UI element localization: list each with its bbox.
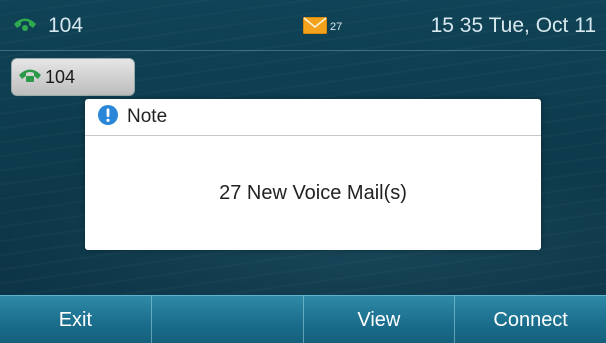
account-status: 104 [12,14,83,38]
connect-button[interactable]: Connect [455,296,606,343]
phone-handset-icon [17,66,43,89]
envelope-icon [303,17,327,39]
note-dialog: Note 27 New Voice Mail(s) [85,99,541,250]
voicemail-count: 27 [330,21,343,33]
exit-button[interactable]: Exit [0,296,152,343]
line-key-label: 104 [45,66,76,87]
dialog-title: Note [127,106,168,127]
view-button[interactable]: View [304,296,456,343]
phone-screen: 104 27 15 35 Tue, Oct 11 104 Note 27 New… [0,0,606,343]
dialog-message: 27 New Voice Mail(s) [219,181,407,204]
voicemail-indicator[interactable]: 27 [303,17,342,39]
dialog-title-bar: Note [85,99,541,136]
phone-handset-icon [12,15,38,38]
date-time: 15 35 Tue, Oct 11 [430,14,596,37]
info-icon [97,104,119,131]
blank-softkey[interactable] [152,296,304,343]
account-number: 104 [48,14,84,37]
softkey-bar: Exit View Connect [0,295,606,343]
status-bar: 104 27 15 35 Tue, Oct 11 [0,0,606,51]
line-key-104[interactable]: 104 [11,58,135,96]
dialog-body: 27 New Voice Mail(s) [85,136,541,250]
